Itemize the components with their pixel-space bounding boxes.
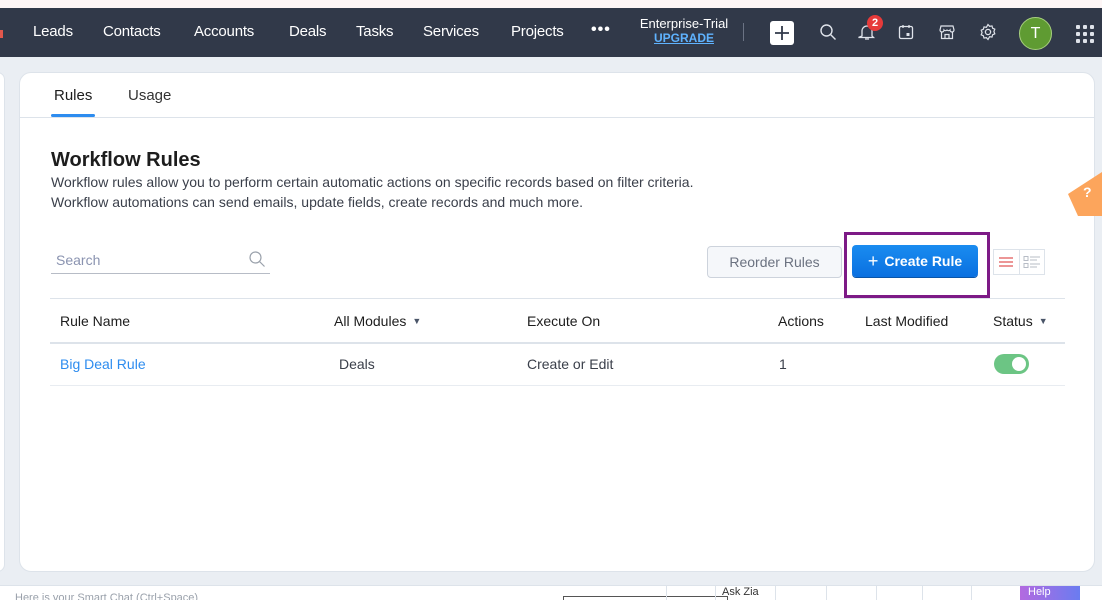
bottom-tool-2[interactable] [826, 586, 833, 600]
plus-icon [775, 26, 789, 40]
header-status[interactable]: Status ▼ [993, 313, 1048, 329]
nav-tasks[interactable]: Tasks [356, 23, 394, 40]
nav-contacts[interactable]: Contacts [103, 23, 161, 40]
search-input[interactable] [51, 248, 241, 272]
logo-fragment [0, 30, 3, 38]
rule-module: Deals [339, 356, 375, 372]
bottom-bar: Here is your Smart Chat (Ctrl+Space) Ask… [0, 585, 1102, 600]
list-view-button[interactable] [994, 250, 1019, 274]
divider [743, 23, 744, 41]
header-status-label: Status [993, 313, 1033, 329]
calendar-icon [898, 25, 914, 40]
toggle-knob [1012, 357, 1026, 371]
active-tab-indicator [51, 114, 95, 117]
workflow-rules-card: Rules Usage Workflow Rules Workflow rule… [19, 72, 1095, 572]
bottom-tool-4[interactable] [922, 586, 929, 600]
gear-icon [980, 23, 996, 41]
workflow-rules-table: Rule Name All Modules ▼ Execute On Action… [50, 298, 1065, 386]
page-title: Workflow Rules [51, 149, 201, 171]
edition-name: Enterprise-Trial [639, 16, 729, 31]
nav-leads[interactable]: Leads [33, 23, 73, 40]
help-question-icon: ? [1083, 184, 1092, 200]
create-rule-label: Create Rule [884, 253, 963, 269]
plus-icon: + [867, 251, 879, 271]
bottom-tool-3[interactable] [876, 586, 883, 600]
apps-grid-icon[interactable] [1076, 25, 1094, 43]
help-button[interactable]: Help [1020, 586, 1080, 600]
nav-accounts[interactable]: Accounts [194, 23, 254, 40]
search-icon [820, 24, 836, 40]
tab-usage[interactable]: Usage [128, 87, 171, 104]
table-row: Big Deal Rule Deals Create or Edit 1 [50, 344, 1065, 386]
top-navigation-bar: Leads Contacts Accounts Deals Tasks Serv… [0, 8, 1102, 57]
rule-name-link[interactable]: Big Deal Rule [60, 356, 146, 372]
nav-deals[interactable]: Deals [289, 23, 327, 40]
rule-actions-count: 1 [779, 356, 787, 372]
table-header: Rule Name All Modules ▼ Execute On Action… [50, 298, 1065, 344]
upgrade-link[interactable]: UPGRADE [636, 31, 732, 46]
detail-view-icon [1023, 256, 1040, 268]
left-panel-edge [0, 72, 5, 572]
search-icon[interactable] [248, 250, 266, 268]
caret-down-icon: ▼ [1038, 316, 1048, 326]
view-toggle [993, 249, 1045, 275]
edition-info: Enterprise-Trial UPGRADE [636, 16, 732, 46]
nav-more-button[interactable]: ••• [591, 21, 611, 39]
bottom-segment[interactable] [666, 586, 673, 600]
notification-badge: 2 [867, 15, 883, 31]
search-button[interactable] [818, 22, 838, 42]
header-actions: Actions [778, 313, 824, 329]
smart-chat-input[interactable]: Here is your Smart Chat (Ctrl+Space) [15, 592, 198, 600]
header-all-modules[interactable]: All Modules ▼ [334, 313, 421, 329]
quick-create-button[interactable] [770, 21, 794, 45]
browser-top-strip [0, 0, 1102, 8]
header-last-modified: Last Modified [865, 313, 949, 329]
nav-services[interactable]: Services [423, 23, 479, 40]
create-rule-button[interactable]: + Create Rule [852, 245, 978, 277]
marketplace-icon [939, 25, 955, 40]
reorder-rules-button[interactable]: Reorder Rules [707, 246, 842, 278]
search-field [51, 248, 270, 274]
bottom-tool-1[interactable] [775, 586, 782, 600]
header-all-modules-label: All Modules [334, 313, 407, 329]
avatar[interactable]: T [1019, 17, 1052, 50]
bottom-tool-5[interactable] [971, 586, 978, 600]
rule-execute-on: Create or Edit [527, 356, 614, 372]
detail-view-button[interactable] [1018, 250, 1044, 274]
status-toggle[interactable] [994, 354, 1029, 374]
list-view-icon [999, 257, 1014, 267]
calendar-button[interactable] [896, 22, 916, 42]
ask-zia-button[interactable]: Ask Zia [715, 586, 759, 600]
header-rule-name: Rule Name [60, 313, 131, 329]
settings-button[interactable] [978, 22, 998, 42]
page-description: Workflow rules allow you to perform cert… [51, 174, 694, 210]
marketplace-button[interactable] [937, 22, 957, 42]
nav-projects[interactable]: Projects [511, 23, 564, 40]
caret-down-icon: ▼ [412, 316, 422, 326]
tab-bar: Rules Usage [20, 73, 1094, 118]
header-execute-on: Execute On [527, 313, 601, 329]
bottom-search-box[interactable] [563, 596, 728, 600]
tab-rules[interactable]: Rules [54, 87, 92, 104]
